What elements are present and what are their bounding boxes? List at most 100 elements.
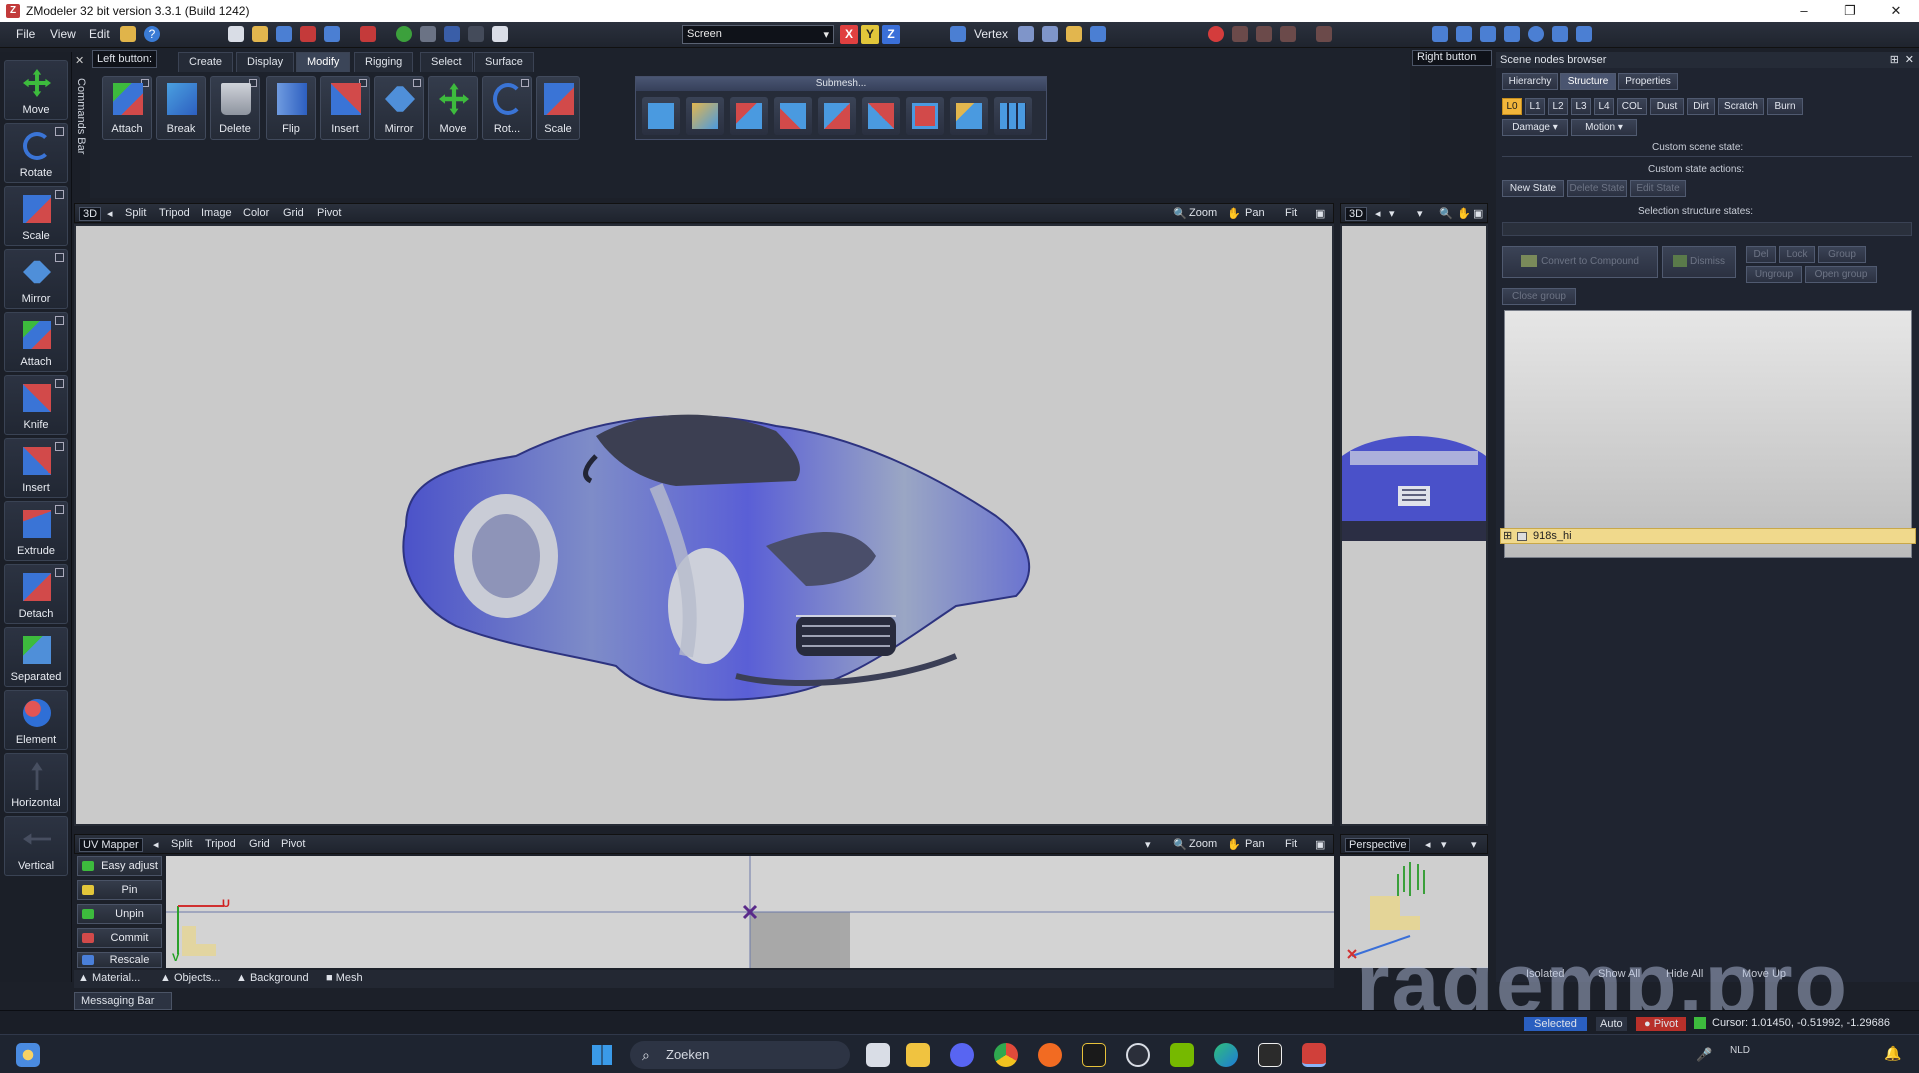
chevron-left-icon[interactable]: ◂	[153, 838, 159, 851]
tab-create[interactable]: Create	[178, 52, 234, 72]
object-mode-icon[interactable]	[1066, 26, 1082, 42]
perspective-title[interactable]: Perspective	[1345, 838, 1411, 852]
uv-split-menu[interactable]: Split	[171, 838, 192, 850]
menu-edit[interactable]: Edit	[89, 27, 110, 41]
selected-status[interactable]: Selected	[1524, 1017, 1587, 1031]
axis-z-toggle[interactable]: Z	[882, 25, 900, 44]
motion-dropdown[interactable]: Motion ▾	[1571, 119, 1637, 136]
insert-button[interactable]: Insert	[320, 76, 370, 140]
uv-tripod-menu[interactable]: Tripod	[205, 838, 236, 850]
minimize-button[interactable]: –	[1781, 0, 1827, 22]
epic-games-icon[interactable]	[1258, 1043, 1282, 1067]
new-state-button[interactable]: New State	[1502, 180, 1564, 197]
tool-move[interactable]: Move	[4, 60, 68, 120]
auto-status[interactable]: Auto	[1596, 1017, 1627, 1031]
pan-button[interactable]: Pan	[1245, 207, 1265, 219]
tool-attach[interactable]: Attach	[4, 312, 68, 372]
messaging-bar-tab[interactable]: Messaging Bar	[74, 992, 172, 1010]
task-view-icon[interactable]	[866, 1043, 890, 1067]
tool-vertical[interactable]: Vertical	[4, 816, 68, 876]
notification-icon[interactable]: 🔔	[1884, 1045, 1901, 1062]
tab-properties[interactable]: Properties	[1618, 73, 1678, 90]
pivot-status[interactable]: ● Pivot	[1636, 1017, 1687, 1031]
tab-material[interactable]: ▲ Material...	[78, 972, 140, 984]
rotate-button[interactable]: Rot...	[482, 76, 532, 140]
snap-grid-icon[interactable]	[1256, 26, 1272, 42]
grid-menu[interactable]: Grid	[283, 207, 304, 219]
pin-button[interactable]: Pin	[77, 880, 162, 900]
export-icon[interactable]	[360, 26, 376, 42]
magnify-icon[interactable]: 🔍	[1439, 207, 1453, 220]
weather-icon[interactable]	[16, 1043, 40, 1067]
chevron-left-icon[interactable]: ◂	[1375, 207, 1381, 220]
del-button[interactable]: Del	[1746, 246, 1776, 263]
dust-button[interactable]: Dust	[1650, 98, 1684, 115]
tool-rotate[interactable]: Rotate	[4, 123, 68, 183]
uv-grid-menu[interactable]: Grid	[249, 838, 270, 850]
magnet-icon[interactable]	[1208, 26, 1224, 42]
main-viewport[interactable]	[74, 224, 1334, 826]
lod-l0-button[interactable]: L0	[1502, 98, 1522, 115]
screen-select[interactable]: Screen ▾	[682, 25, 834, 44]
open-group-button[interactable]: Open group	[1805, 266, 1877, 283]
selection-states-field[interactable]	[1502, 222, 1912, 236]
easy-adjust-button[interactable]: Easy adjust	[77, 856, 162, 876]
image-menu[interactable]: Image	[201, 207, 232, 219]
fit-icon[interactable]: ▣	[1473, 207, 1483, 220]
maximize-viewport-icon[interactable]: ▣	[1315, 207, 1325, 220]
edge-icon[interactable]	[1214, 1043, 1238, 1067]
tab-hierarchy[interactable]: Hierarchy	[1502, 73, 1558, 90]
sphere-icon[interactable]	[1528, 26, 1544, 42]
submesh-grid-icon[interactable]	[994, 97, 1032, 135]
axis-y-toggle[interactable]: Y	[861, 25, 879, 44]
zmodeler-taskbar-icon[interactable]	[1302, 1043, 1326, 1067]
redo-icon[interactable]	[468, 26, 484, 42]
hand-icon[interactable]: ✋	[1227, 838, 1241, 851]
refresh-icon[interactable]	[396, 26, 412, 42]
file-explorer-icon[interactable]	[906, 1043, 930, 1067]
uv-mapper-title[interactable]: UV Mapper	[79, 838, 143, 852]
tab-background[interactable]: ▲ Background	[236, 972, 309, 984]
tab-structure[interactable]: Structure	[1560, 73, 1616, 90]
submesh-cut-icon[interactable]	[818, 97, 856, 135]
tool-element[interactable]: Element	[4, 690, 68, 750]
lod-l2-button[interactable]: L2	[1548, 98, 1568, 115]
split-menu[interactable]: Split	[125, 207, 146, 219]
hand-icon[interactable]: ✋	[1227, 207, 1241, 220]
flip-button[interactable]: Flip	[266, 76, 316, 140]
expand-icon[interactable]: ⊞	[1503, 529, 1512, 542]
menu-view[interactable]: View	[50, 27, 76, 41]
break-button[interactable]: Break	[156, 76, 206, 140]
side-viewport[interactable]	[1340, 224, 1488, 826]
close-button[interactable]: ✕	[1873, 0, 1919, 22]
tool-horizontal[interactable]: Horizontal	[4, 753, 68, 813]
axis-x-toggle[interactable]: X	[840, 25, 858, 44]
tab-select[interactable]: Select	[420, 52, 473, 72]
uv-canvas[interactable]: U V	[166, 856, 1334, 968]
dropdown-icon[interactable]: ▾	[1145, 838, 1151, 851]
clipboard-icon[interactable]	[492, 26, 508, 42]
magnify-icon[interactable]: 🔍	[1173, 838, 1187, 851]
undo-icon[interactable]	[444, 26, 460, 42]
taskbar-search[interactable]: ⌕ Zoeken	[630, 1041, 850, 1069]
lod-col-button[interactable]: COL	[1617, 98, 1647, 115]
snap-icon[interactable]	[1232, 26, 1248, 42]
tab-surface[interactable]: Surface	[474, 52, 534, 72]
submesh-paint-icon[interactable]	[686, 97, 724, 135]
uv-pan-button[interactable]: Pan	[1245, 838, 1265, 850]
close-group-button[interactable]: Close group	[1502, 288, 1576, 305]
rockstar-icon[interactable]	[1082, 1043, 1106, 1067]
view-options-icon[interactable]: ▾	[1417, 207, 1423, 220]
snap-angle-icon[interactable]	[1280, 26, 1296, 42]
uv-zoom-button[interactable]: Zoom	[1189, 838, 1217, 850]
face-mode-icon[interactable]	[1042, 26, 1058, 42]
magnify-icon[interactable]: 🔍	[1173, 207, 1187, 220]
chevron-down-icon[interactable]: ▾	[1441, 838, 1447, 851]
tab-rigging[interactable]: Rigging	[354, 52, 414, 72]
lod-l4-button[interactable]: L4	[1594, 98, 1614, 115]
language-indicator[interactable]: NLD	[1730, 1045, 1750, 1056]
soundcloud-icon[interactable]	[1038, 1043, 1062, 1067]
pin-panel-icon[interactable]: ⊞	[1890, 53, 1899, 66]
microphone-icon[interactable]: 🎤	[1696, 1047, 1712, 1063]
tool-insert[interactable]: Insert	[4, 438, 68, 498]
